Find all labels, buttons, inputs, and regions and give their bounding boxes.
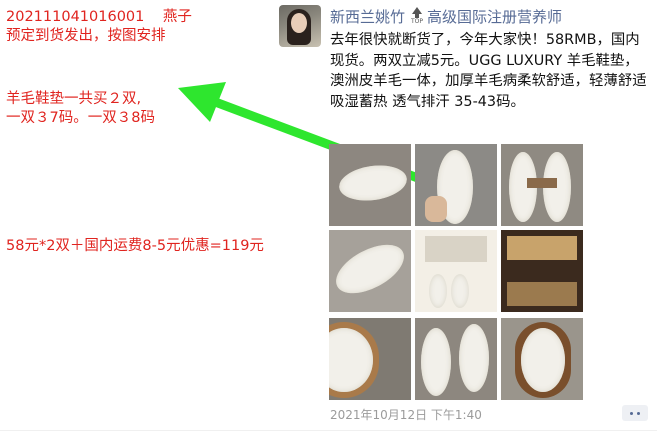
author-name[interactable]: 新西兰姚竹 (330, 6, 405, 27)
photo-7[interactable] (329, 318, 411, 400)
photo-3[interactable] (501, 144, 583, 226)
photo-6[interactable] (501, 230, 583, 312)
post-text: 去年很快就断货了，今年大家快！58RMB，国内现货。两双立减5元。UGG LUX… (330, 32, 647, 110)
post-header: 新西兰姚竹 TOP 高级国际注册营养师 (330, 5, 562, 27)
photo-4[interactable] (329, 230, 411, 312)
top-arrow-icon: TOP (410, 7, 424, 25)
avatar[interactable] (279, 5, 321, 47)
photo-1[interactable] (329, 144, 411, 226)
author-title[interactable]: 高级国际注册营养师 (427, 6, 562, 27)
photo-5[interactable] (415, 230, 497, 312)
more-dots-icon[interactable] (622, 405, 648, 421)
photo-9[interactable] (501, 318, 583, 400)
post-timestamp: 2021年10月12日 下午1:40 (330, 408, 482, 422)
photo-8[interactable] (415, 318, 497, 400)
photo-2[interactable] (415, 144, 497, 226)
divider (0, 430, 657, 431)
